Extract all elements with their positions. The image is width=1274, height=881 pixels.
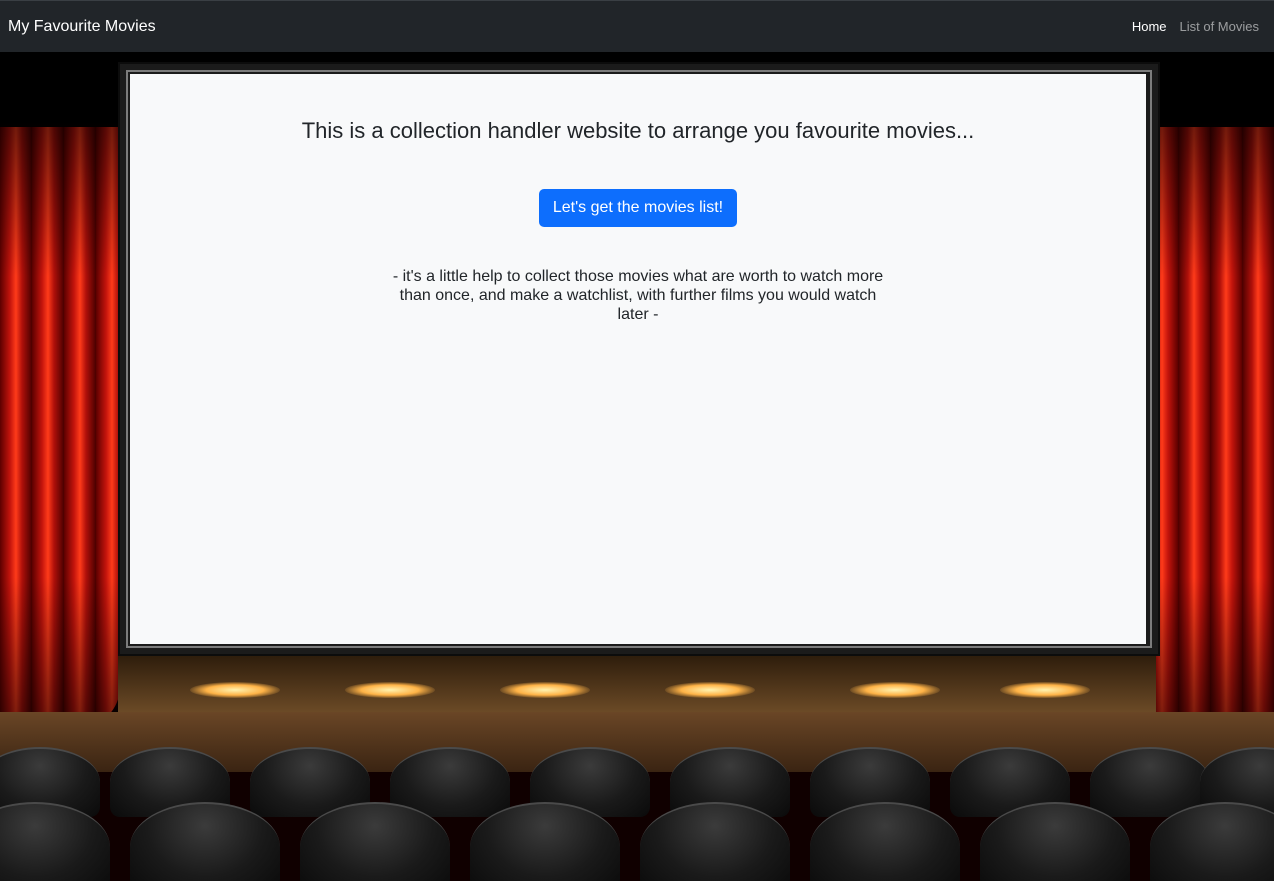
seat: [810, 802, 960, 881]
curtain-left: [0, 127, 120, 727]
stage-light: [1000, 682, 1090, 698]
curtain-right: [1146, 127, 1274, 727]
stage-light: [345, 682, 435, 698]
navbar: My Favourite Movies Home List of Movies: [0, 0, 1274, 52]
audience-seats: [0, 742, 1274, 881]
stage-light: [850, 682, 940, 698]
page-heading: This is a collection handler website to …: [301, 118, 975, 143]
nav-link-home[interactable]: Home: [1132, 19, 1167, 34]
description-text: - it's a little help to collect those mo…: [392, 268, 884, 323]
nav-link-list-of-movies[interactable]: List of Movies: [1180, 19, 1259, 34]
movie-screen: This is a collection handler website to …: [130, 74, 1146, 644]
stage-light: [500, 682, 590, 698]
nav-links: Home List of Movies: [1132, 19, 1259, 34]
brand-link[interactable]: My Favourite Movies: [8, 18, 156, 36]
stage-light: [190, 682, 280, 698]
stage-light: [665, 682, 755, 698]
get-movies-list-button[interactable]: Let's get the movies list!: [538, 189, 738, 227]
